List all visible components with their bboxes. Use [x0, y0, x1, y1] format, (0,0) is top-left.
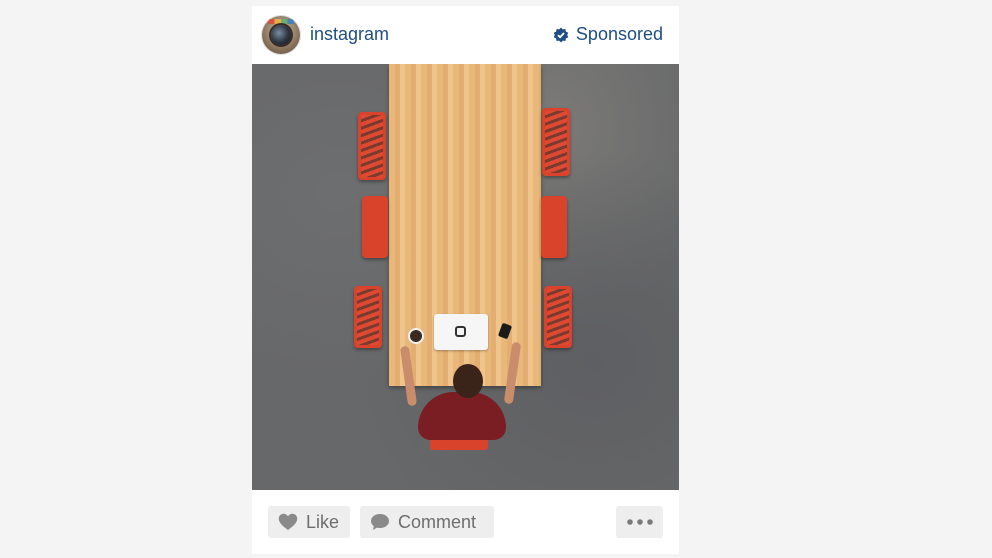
chair-left-3	[354, 286, 382, 348]
coffee-cup-image	[410, 330, 422, 342]
like-label: Like	[306, 511, 340, 532]
person-body	[418, 392, 506, 440]
chair-right-3	[544, 286, 572, 348]
chair-right-2	[541, 196, 567, 258]
heart-icon	[278, 513, 298, 531]
camera-avatar-icon[interactable]	[262, 16, 300, 54]
post-header: instagram Sponsored	[252, 6, 679, 64]
more-dots-icon	[626, 519, 653, 525]
comment-label: Comment	[398, 511, 477, 532]
speech-bubble-icon	[370, 513, 390, 531]
like-button[interactable]: Like	[268, 506, 350, 538]
laptop-image	[434, 314, 488, 350]
chair-left-1	[358, 112, 386, 180]
chair-left-2	[362, 196, 388, 258]
more-options-button[interactable]	[616, 506, 663, 538]
post-actions: Like Comment	[252, 490, 679, 554]
sponsored-text: Sponsored	[575, 24, 663, 44]
post-card: instagram Sponsored Like Comment	[252, 6, 679, 554]
comment-button[interactable]: Comment	[360, 506, 494, 538]
sponsored-badge-icon	[553, 27, 569, 43]
person-head	[453, 364, 483, 398]
chair-right-1	[542, 108, 570, 176]
post-photo[interactable]	[252, 64, 679, 490]
username-link[interactable]: instagram	[310, 24, 389, 45]
sponsored-label[interactable]: Sponsored	[553, 24, 663, 45]
